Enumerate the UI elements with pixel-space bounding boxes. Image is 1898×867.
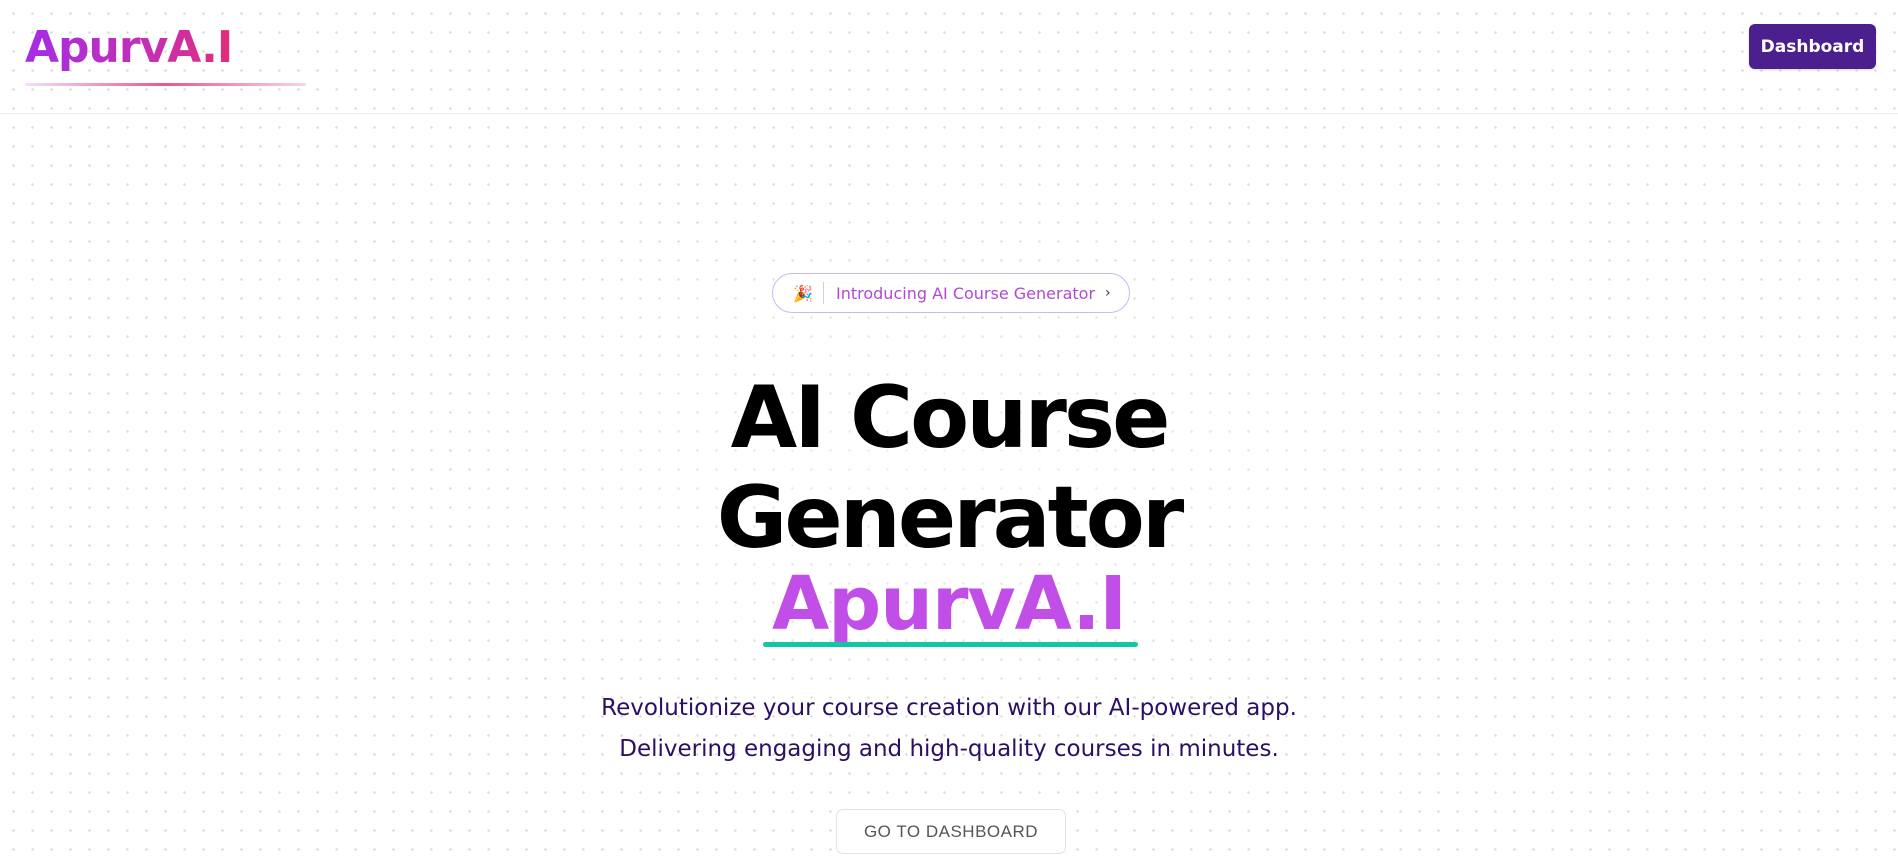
- hero-subtitle: Revolutionize your course creation with …: [549, 688, 1349, 770]
- hero-subtitle-line2: Delivering engaging and high-quality cou…: [619, 736, 1279, 762]
- chevron-right-icon: ›: [1105, 285, 1111, 301]
- logo[interactable]: ApurvA.I: [25, 22, 233, 74]
- brand-underline: [763, 642, 1138, 647]
- top-navbar: ApurvA.I Dashboard: [0, 0, 1898, 114]
- logo-underline: [25, 83, 306, 86]
- hero-brand-name: ApurvA.I: [772, 561, 1127, 647]
- hero-title: AI Course Generator: [649, 368, 1249, 568]
- party-popper-icon: 🎉: [793, 283, 813, 303]
- hero-subtitle-line1: Revolutionize your course creation with …: [601, 695, 1297, 721]
- hero-title-line1: AI Course: [730, 368, 1171, 468]
- announcement-text: Introducing AI Course Generator: [836, 283, 1096, 303]
- hero-title-line2: Generator: [716, 468, 1185, 568]
- dashboard-button[interactable]: Dashboard: [1749, 24, 1876, 69]
- go-to-dashboard-button[interactable]: GO TO DASHBOARD: [836, 809, 1066, 854]
- pill-divider: [823, 282, 824, 304]
- announcement-pill[interactable]: 🎉 Introducing AI Course Generator ›: [772, 273, 1130, 313]
